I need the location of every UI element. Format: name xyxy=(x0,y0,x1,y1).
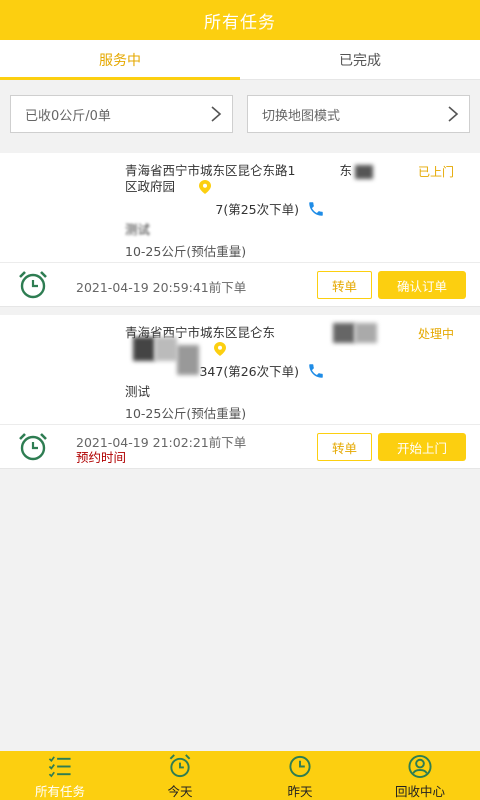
app-header: 所有任务 xyxy=(0,0,480,40)
tab-completed[interactable]: 已完成 xyxy=(240,40,480,79)
appointment-time-label: 预约时间 xyxy=(76,450,127,465)
nav-today[interactable]: 今天 xyxy=(120,751,240,800)
map-mode-label: 切换地图模式 xyxy=(262,108,341,124)
tab-label: 已完成 xyxy=(339,52,381,69)
alarm-clock-icon xyxy=(169,754,191,778)
alarm-clock-icon xyxy=(19,433,47,461)
phone-icon[interactable] xyxy=(307,200,325,218)
alarm-clock-icon xyxy=(19,271,47,299)
address-text: 青海省西宁市城东区昆仑东路1 xyxy=(125,163,296,178)
nav-all-tasks[interactable]: 所有任务 xyxy=(0,751,120,800)
order-actions: 2021-04-19 20:59:41前下单 转单 确认订单 xyxy=(0,263,480,307)
phone-text: 7(第25次下单) xyxy=(215,202,299,217)
map-mode-button[interactable]: 切换地图模式 xyxy=(247,95,470,133)
collected-summary-button[interactable]: 已收0公斤/0单 xyxy=(10,95,233,133)
customer-phone: 347(第26次下单) xyxy=(125,361,325,380)
tab-label: 服务中 xyxy=(99,52,141,69)
redacted-block xyxy=(155,337,177,361)
location-pin-icon[interactable] xyxy=(199,180,211,194)
status-tabs: 服务中 已完成 xyxy=(0,40,480,80)
nav-recycle-center[interactable]: 回收中心 xyxy=(360,751,480,800)
customer-name: 测试 xyxy=(125,384,151,399)
redacted-block xyxy=(355,323,377,343)
customer-phone: 7(第25次下单) xyxy=(125,199,325,218)
status-badge: 处理中 xyxy=(417,327,454,341)
confirm-order-button[interactable]: 确认订单 xyxy=(378,271,466,299)
location-pin-icon[interactable] xyxy=(214,342,226,356)
collected-summary-label: 已收0公斤/0单 xyxy=(25,108,111,124)
redacted-block xyxy=(333,323,355,343)
order-actions: 2021-04-19 21:02:21前下单 预约时间 转单 开始上门 xyxy=(0,425,480,469)
order-time: 2021-04-19 20:59:41前下单 xyxy=(76,280,247,295)
phone-icon[interactable] xyxy=(307,362,325,380)
start-visit-button[interactable]: 开始上门 xyxy=(378,433,466,461)
user-icon xyxy=(408,754,432,779)
phone-text: 347(第26次下单) xyxy=(199,364,299,379)
chevron-right-icon xyxy=(211,106,222,122)
page-title: 所有任务 xyxy=(204,12,276,33)
chevron-right-icon xyxy=(448,106,459,122)
bottom-nav: 所有任务 今天 昨天 回收中心 xyxy=(0,751,480,800)
nav-label: 所有任务 xyxy=(34,784,85,799)
estimated-weight: 10-25公斤(预估重量) xyxy=(125,244,247,259)
order-card: 青海省西宁市城东区昆仑东路1 东 区政府园 已上门 7(第25次下单) 测试 10… xyxy=(0,153,480,307)
nav-label: 回收中心 xyxy=(394,784,445,799)
nav-label: 今天 xyxy=(167,784,193,799)
customer-name: 测试 xyxy=(125,222,151,237)
task-list-icon xyxy=(48,756,71,778)
order-card: 青海省西宁市城东区昆仑东 处理中 347(第26次下单) 测试 10-25公斤(… xyxy=(0,315,480,469)
order-info[interactable]: 青海省西宁市城东区昆仑东路1 东 区政府园 已上门 7(第25次下单) 测试 10… xyxy=(0,153,480,263)
nav-yesterday[interactable]: 昨天 xyxy=(240,751,360,800)
redacted-block xyxy=(133,337,155,361)
order-address: 青海省西宁市城东区昆仑东路1 东 区政府园 xyxy=(125,163,387,195)
transfer-order-button[interactable]: 转单 xyxy=(317,433,372,461)
tab-in-service[interactable]: 服务中 xyxy=(0,40,240,80)
nav-label: 昨天 xyxy=(287,784,313,799)
transfer-order-button[interactable]: 转单 xyxy=(317,271,372,299)
redacted-block xyxy=(355,165,373,179)
filter-row: 已收0公斤/0单 切换地图模式 xyxy=(10,95,470,133)
address-text: 东 xyxy=(339,163,352,178)
order-info[interactable]: 青海省西宁市城东区昆仑东 处理中 347(第26次下单) 测试 10-25公斤(… xyxy=(0,315,480,425)
estimated-weight: 10-25公斤(预估重量) xyxy=(125,406,247,421)
status-badge: 已上门 xyxy=(417,165,454,179)
clock-icon xyxy=(289,755,311,778)
address-text: 区政府园 xyxy=(125,179,176,194)
